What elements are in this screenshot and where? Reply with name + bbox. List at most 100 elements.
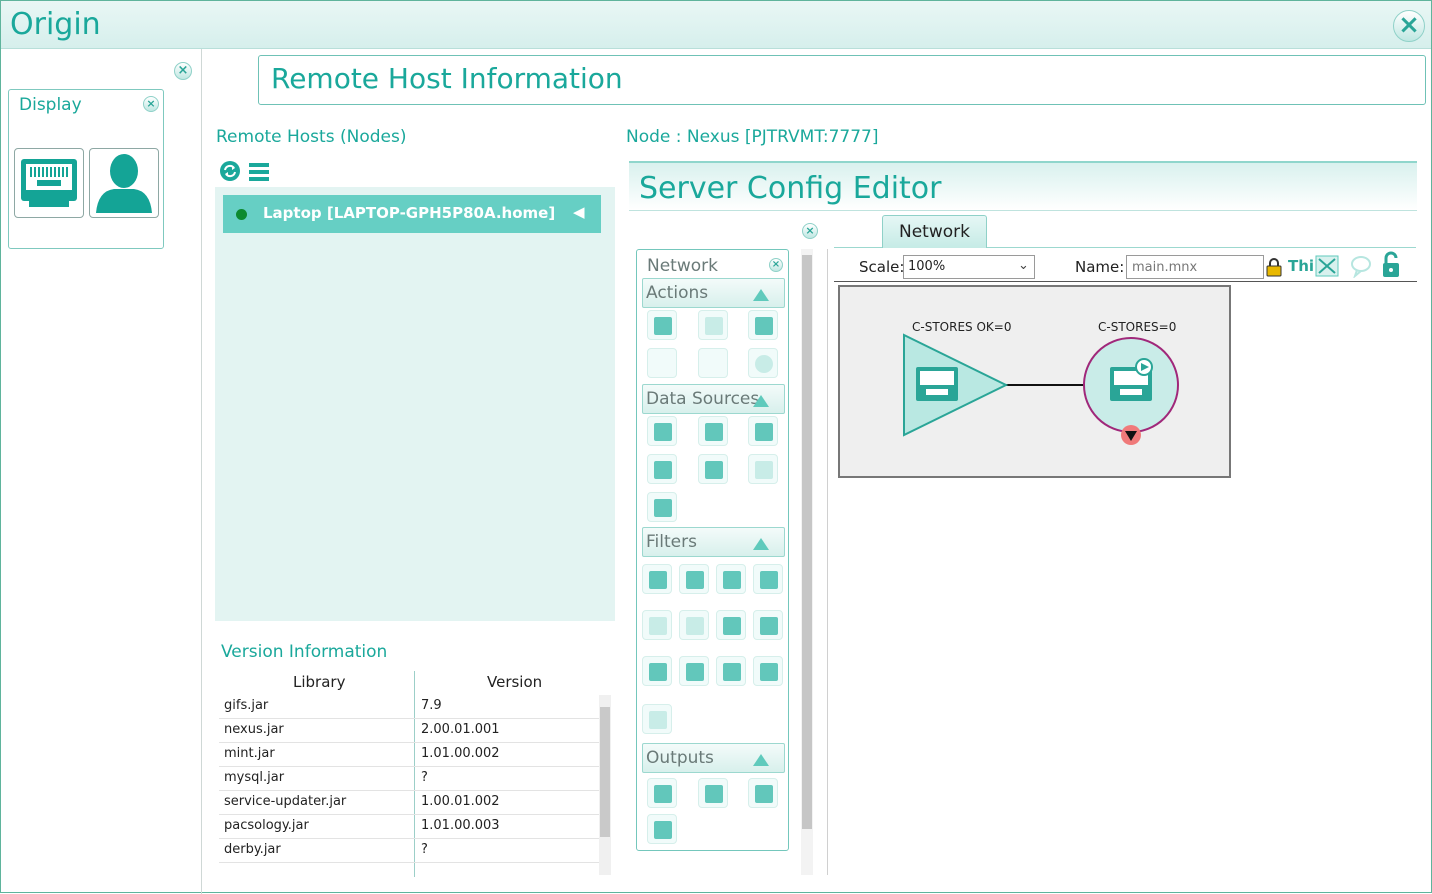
table-row[interactable]: derby.jar ? (219, 839, 599, 863)
host-item[interactable]: Laptop [LAPTOP-GPH5P80A.home] ◀ (223, 195, 601, 233)
film-source-icon[interactable] (647, 454, 677, 484)
network-source-icon[interactable] (748, 416, 778, 446)
table-row[interactable]: mysql.jar ? (219, 767, 599, 791)
palette-scrollbar[interactable] (801, 249, 813, 875)
hosts-list: Laptop [LAPTOP-GPH5P80A.home] ◀ (215, 187, 615, 621)
menu-icon[interactable] (248, 161, 270, 183)
user-icon (96, 154, 152, 213)
collapse-icon (753, 538, 769, 550)
table-row[interactable]: pacsology.jar 1.01.00.003 (219, 815, 599, 839)
library-cell: mint.jar (224, 746, 275, 761)
section-filters[interactable]: Filters (642, 527, 785, 557)
table-row[interactable]: nexus.jar 2.00.01.001 (219, 719, 599, 743)
scale-label: Scale: (859, 258, 905, 276)
collapse-icon (753, 395, 769, 407)
version-cell: 1.01.00.002 (421, 746, 500, 761)
name-field[interactable] (1126, 255, 1264, 279)
power-filter-icon[interactable] (753, 656, 783, 686)
display-title: Display (19, 95, 82, 115)
section-data-sources[interactable]: Data Sources (642, 384, 785, 414)
sort-filter-icon[interactable] (679, 564, 709, 594)
leaf-filter-icon[interactable] (716, 610, 746, 640)
library-cell: derby.jar (224, 842, 281, 857)
print-filter-icon[interactable] (642, 656, 672, 686)
tab-label: Network (899, 222, 970, 242)
close-icon[interactable]: × (1393, 10, 1425, 42)
destination-node-circle (1083, 337, 1179, 445)
table-row[interactable]: service-updater.jar 1.00.01.002 (219, 791, 599, 815)
host-label: Laptop [LAPTOP-GPH5P80A.home] (263, 204, 556, 222)
unlock-icon[interactable] (1381, 251, 1401, 279)
network-output-icon[interactable] (647, 814, 677, 844)
version-cell: 1.00.01.002 (421, 794, 500, 809)
blank-tool-button[interactable] (698, 348, 728, 378)
folder-source-icon[interactable] (647, 416, 677, 446)
collapse-icon (753, 754, 769, 766)
table-row[interactable]: gifs.jar 7.9 (219, 695, 599, 719)
display-close-icon[interactable]: × (143, 96, 159, 112)
app-title: Origin (10, 7, 101, 42)
rss-source-icon[interactable] (647, 492, 677, 522)
blank-tool-button[interactable] (647, 348, 677, 378)
left-divider (201, 49, 202, 894)
remove-filter-icon[interactable] (642, 610, 672, 640)
lock-icon[interactable] (1266, 257, 1282, 277)
folder-output-icon[interactable] (748, 778, 778, 808)
truncated-label: Thi (1288, 257, 1315, 275)
column-header-version[interactable]: Version (487, 673, 542, 691)
search-filter-icon[interactable] (753, 610, 783, 640)
folder-filter-icon[interactable] (716, 656, 746, 686)
table-row[interactable]: mint.jar 1.01.00.002 (219, 743, 599, 767)
scale-select[interactable]: 100% ⌄ (903, 255, 1035, 279)
shuffle-filter-icon[interactable] (716, 564, 746, 594)
version-cell: ? (421, 842, 428, 857)
text-filter-icon[interactable] (642, 704, 672, 734)
source-node-triangle (903, 333, 1009, 437)
user-display-button[interactable] (89, 148, 159, 218)
fit-to-screen-icon[interactable] (1314, 254, 1340, 278)
section-outputs[interactable]: Outputs (642, 743, 785, 773)
tab-network[interactable]: Network (882, 215, 987, 248)
header-box: Remote Host Information (258, 55, 1426, 105)
section-label: Filters (646, 532, 697, 552)
library-cell: mysql.jar (224, 770, 285, 785)
scrollbar-thumb[interactable] (600, 707, 610, 837)
section-label: Outputs (646, 748, 714, 768)
version-cell: 7.9 (421, 698, 442, 713)
comment-icon[interactable] (1349, 254, 1373, 278)
remote-hosts-title: Remote Hosts (Nodes) (216, 127, 407, 147)
section-label: Actions (646, 283, 709, 303)
palette-title: Network (647, 256, 718, 276)
scrollbar-thumb[interactable] (802, 255, 812, 829)
network-display-button[interactable] (14, 148, 84, 218)
play-button[interactable] (647, 310, 677, 340)
title-bar: Origin × (1, 1, 1431, 49)
person-filter-icon[interactable] (679, 610, 709, 640)
folder-source-icon[interactable] (698, 416, 728, 446)
version-cell: 1.01.00.003 (421, 818, 500, 833)
library-cell: nexus.jar (224, 722, 284, 737)
trash-output-icon[interactable] (647, 778, 677, 808)
collapse-arrow-icon[interactable]: ◀ (573, 203, 585, 221)
folder-output-icon[interactable] (698, 778, 728, 808)
palette-close-icon[interactable]: × (802, 223, 818, 239)
version-scrollbar[interactable] (599, 695, 611, 875)
server-config-header: Server Config Editor (629, 161, 1417, 211)
library-cell: service-updater.jar (224, 794, 347, 809)
save-button[interactable] (748, 310, 778, 340)
split-filter-icon[interactable] (642, 564, 672, 594)
headset-source-icon[interactable] (748, 454, 778, 484)
palette-title-close-icon[interactable]: × (769, 258, 783, 272)
section-actions[interactable]: Actions (642, 278, 785, 308)
delete-button[interactable] (748, 348, 778, 378)
user-filter-icon[interactable] (679, 656, 709, 686)
doctor-source-icon[interactable] (698, 454, 728, 484)
left-panel-close-icon[interactable]: × (174, 62, 192, 80)
refresh-icon[interactable] (219, 160, 243, 184)
column-header-library[interactable]: Library (293, 673, 345, 691)
database-filter-icon[interactable] (753, 564, 783, 594)
library-cell: gifs.jar (224, 698, 269, 713)
page-title: Remote Host Information (271, 62, 623, 95)
network-canvas[interactable]: C-STORES OK=0 C-STORES=0 (838, 285, 1231, 478)
pause-button[interactable] (698, 310, 728, 340)
